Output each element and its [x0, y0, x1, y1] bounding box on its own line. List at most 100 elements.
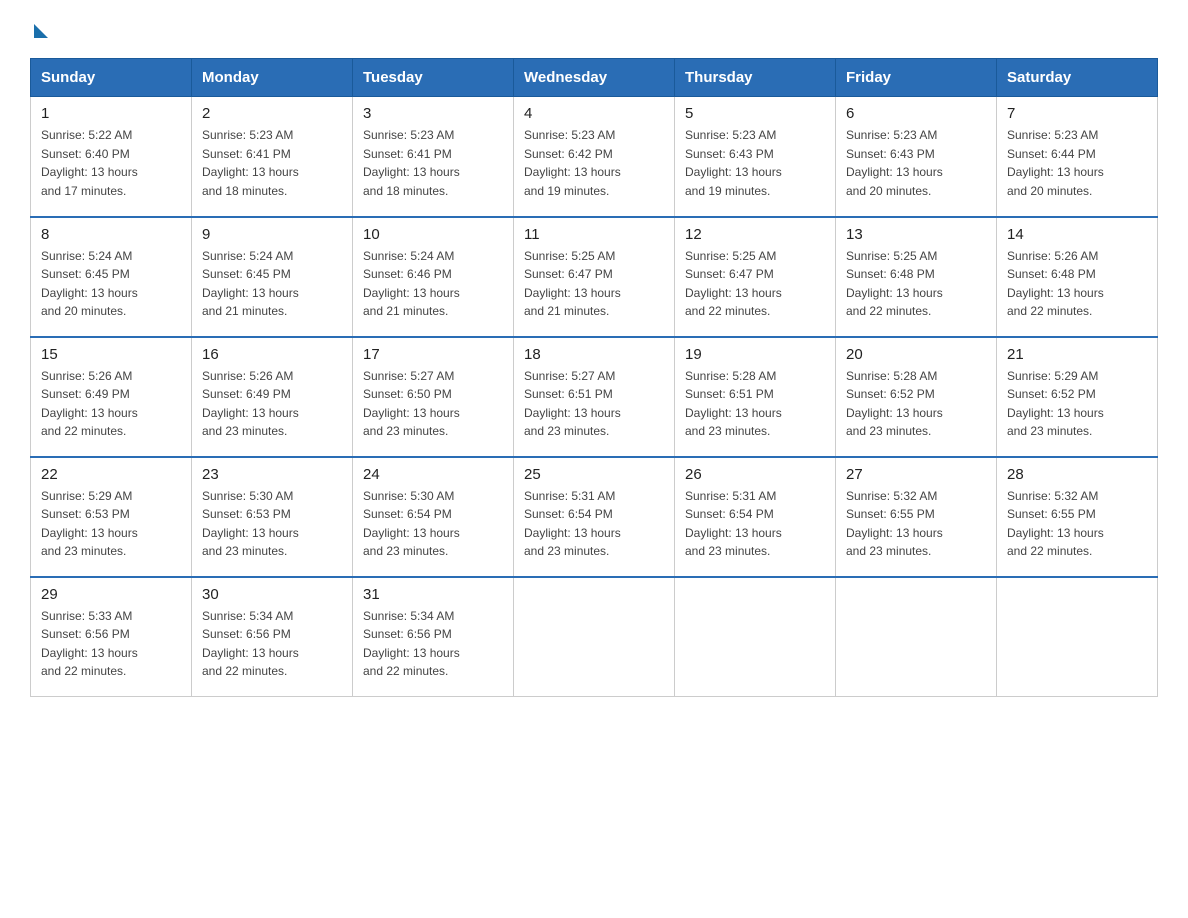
day-info: Sunrise: 5:26 AMSunset: 6:49 PMDaylight:…	[202, 367, 342, 441]
day-info: Sunrise: 5:23 AMSunset: 6:41 PMDaylight:…	[202, 126, 342, 200]
day-number: 10	[363, 226, 503, 243]
day-number: 27	[846, 466, 986, 483]
week-row-2: 8 Sunrise: 5:24 AMSunset: 6:45 PMDaylight…	[31, 217, 1158, 337]
day-number: 16	[202, 346, 342, 363]
day-number: 26	[685, 466, 825, 483]
day-number: 23	[202, 466, 342, 483]
calendar-cell: 18 Sunrise: 5:27 AMSunset: 6:51 PMDayligh…	[514, 337, 675, 457]
day-number: 20	[846, 346, 986, 363]
day-number: 3	[363, 105, 503, 122]
weekday-header-saturday: Saturday	[997, 59, 1158, 97]
calendar-cell: 11 Sunrise: 5:25 AMSunset: 6:47 PMDayligh…	[514, 217, 675, 337]
weekday-header-wednesday: Wednesday	[514, 59, 675, 97]
day-info: Sunrise: 5:24 AMSunset: 6:45 PMDaylight:…	[202, 247, 342, 321]
weekday-header-friday: Friday	[836, 59, 997, 97]
calendar-cell	[997, 577, 1158, 697]
day-info: Sunrise: 5:23 AMSunset: 6:43 PMDaylight:…	[685, 126, 825, 200]
day-info: Sunrise: 5:25 AMSunset: 6:48 PMDaylight:…	[846, 247, 986, 321]
calendar-cell: 30 Sunrise: 5:34 AMSunset: 6:56 PMDayligh…	[192, 577, 353, 697]
day-number: 28	[1007, 466, 1147, 483]
day-info: Sunrise: 5:31 AMSunset: 6:54 PMDaylight:…	[524, 487, 664, 561]
day-info: Sunrise: 5:28 AMSunset: 6:51 PMDaylight:…	[685, 367, 825, 441]
day-info: Sunrise: 5:34 AMSunset: 6:56 PMDaylight:…	[202, 607, 342, 681]
weekday-header-tuesday: Tuesday	[353, 59, 514, 97]
day-number: 21	[1007, 346, 1147, 363]
calendar-cell: 19 Sunrise: 5:28 AMSunset: 6:51 PMDayligh…	[675, 337, 836, 457]
day-number: 5	[685, 105, 825, 122]
day-info: Sunrise: 5:24 AMSunset: 6:46 PMDaylight:…	[363, 247, 503, 321]
calendar-cell: 29Sunrise: 5:33 AMSunset: 6:56 PMDayligh…	[31, 577, 192, 697]
day-info: Sunrise: 5:23 AMSunset: 6:41 PMDaylight:…	[363, 126, 503, 200]
calendar-cell: 10 Sunrise: 5:24 AMSunset: 6:46 PMDayligh…	[353, 217, 514, 337]
calendar-cell: 21 Sunrise: 5:29 AMSunset: 6:52 PMDayligh…	[997, 337, 1158, 457]
calendar-cell: 26Sunrise: 5:31 AMSunset: 6:54 PMDayligh…	[675, 457, 836, 577]
calendar-cell: 14Sunrise: 5:26 AMSunset: 6:48 PMDayligh…	[997, 217, 1158, 337]
day-info: Sunrise: 5:27 AMSunset: 6:50 PMDaylight:…	[363, 367, 503, 441]
week-row-3: 15Sunrise: 5:26 AMSunset: 6:49 PMDayligh…	[31, 337, 1158, 457]
day-number: 1	[41, 105, 181, 122]
day-number: 31	[363, 586, 503, 603]
calendar-cell: 12 Sunrise: 5:25 AMSunset: 6:47 PMDayligh…	[675, 217, 836, 337]
calendar-cell: 20Sunrise: 5:28 AMSunset: 6:52 PMDayligh…	[836, 337, 997, 457]
calendar-cell: 28 Sunrise: 5:32 AMSunset: 6:55 PMDayligh…	[997, 457, 1158, 577]
logo-triangle-icon	[34, 24, 48, 38]
day-info: Sunrise: 5:23 AMSunset: 6:42 PMDaylight:…	[524, 126, 664, 200]
logo	[30, 20, 48, 38]
week-row-5: 29Sunrise: 5:33 AMSunset: 6:56 PMDayligh…	[31, 577, 1158, 697]
day-number: 30	[202, 586, 342, 603]
calendar-cell: 23 Sunrise: 5:30 AMSunset: 6:53 PMDayligh…	[192, 457, 353, 577]
calendar-cell: 1 Sunrise: 5:22 AMSunset: 6:40 PMDaylight…	[31, 97, 192, 217]
calendar-cell: 2 Sunrise: 5:23 AMSunset: 6:41 PMDaylight…	[192, 97, 353, 217]
day-info: Sunrise: 5:34 AMSunset: 6:56 PMDaylight:…	[363, 607, 503, 681]
day-number: 24	[363, 466, 503, 483]
day-info: Sunrise: 5:29 AMSunset: 6:53 PMDaylight:…	[41, 487, 181, 561]
calendar-header: SundayMondayTuesdayWednesdayThursdayFrid…	[31, 59, 1158, 97]
calendar-cell: 3 Sunrise: 5:23 AMSunset: 6:41 PMDaylight…	[353, 97, 514, 217]
day-number: 13	[846, 226, 986, 243]
day-info: Sunrise: 5:22 AMSunset: 6:40 PMDaylight:…	[41, 126, 181, 200]
day-info: Sunrise: 5:25 AMSunset: 6:47 PMDaylight:…	[685, 247, 825, 321]
day-number: 7	[1007, 105, 1147, 122]
day-number: 18	[524, 346, 664, 363]
day-info: Sunrise: 5:25 AMSunset: 6:47 PMDaylight:…	[524, 247, 664, 321]
calendar-cell: 27 Sunrise: 5:32 AMSunset: 6:55 PMDayligh…	[836, 457, 997, 577]
day-info: Sunrise: 5:26 AMSunset: 6:49 PMDaylight:…	[41, 367, 181, 441]
calendar-cell: 5 Sunrise: 5:23 AMSunset: 6:43 PMDaylight…	[675, 97, 836, 217]
day-info: Sunrise: 5:24 AMSunset: 6:45 PMDaylight:…	[41, 247, 181, 321]
day-number: 19	[685, 346, 825, 363]
day-info: Sunrise: 5:29 AMSunset: 6:52 PMDaylight:…	[1007, 367, 1147, 441]
calendar-cell: 6Sunrise: 5:23 AMSunset: 6:43 PMDaylight…	[836, 97, 997, 217]
calendar-cell: 17Sunrise: 5:27 AMSunset: 6:50 PMDayligh…	[353, 337, 514, 457]
day-info: Sunrise: 5:26 AMSunset: 6:48 PMDaylight:…	[1007, 247, 1147, 321]
day-info: Sunrise: 5:23 AMSunset: 6:44 PMDaylight:…	[1007, 126, 1147, 200]
weekday-header-sunday: Sunday	[31, 59, 192, 97]
day-info: Sunrise: 5:30 AMSunset: 6:54 PMDaylight:…	[363, 487, 503, 561]
day-info: Sunrise: 5:32 AMSunset: 6:55 PMDaylight:…	[846, 487, 986, 561]
calendar-cell: 31 Sunrise: 5:34 AMSunset: 6:56 PMDayligh…	[353, 577, 514, 697]
calendar-cell	[836, 577, 997, 697]
day-info: Sunrise: 5:32 AMSunset: 6:55 PMDaylight:…	[1007, 487, 1147, 561]
calendar-cell: 25Sunrise: 5:31 AMSunset: 6:54 PMDayligh…	[514, 457, 675, 577]
day-number: 8	[41, 226, 181, 243]
day-info: Sunrise: 5:27 AMSunset: 6:51 PMDaylight:…	[524, 367, 664, 441]
day-number: 22	[41, 466, 181, 483]
day-number: 9	[202, 226, 342, 243]
weekday-header-row: SundayMondayTuesdayWednesdayThursdayFrid…	[31, 59, 1158, 97]
day-number: 11	[524, 226, 664, 243]
day-number: 2	[202, 105, 342, 122]
day-info: Sunrise: 5:30 AMSunset: 6:53 PMDaylight:…	[202, 487, 342, 561]
calendar-table: SundayMondayTuesdayWednesdayThursdayFrid…	[30, 58, 1158, 697]
week-row-1: 1 Sunrise: 5:22 AMSunset: 6:40 PMDaylight…	[31, 97, 1158, 217]
calendar-cell: 15Sunrise: 5:26 AMSunset: 6:49 PMDayligh…	[31, 337, 192, 457]
calendar-cell: 22 Sunrise: 5:29 AMSunset: 6:53 PMDayligh…	[31, 457, 192, 577]
calendar-cell	[675, 577, 836, 697]
calendar-cell: 4Sunrise: 5:23 AMSunset: 6:42 PMDaylight…	[514, 97, 675, 217]
calendar-cell: 13 Sunrise: 5:25 AMSunset: 6:48 PMDayligh…	[836, 217, 997, 337]
day-number: 12	[685, 226, 825, 243]
calendar-cell: 24 Sunrise: 5:30 AMSunset: 6:54 PMDayligh…	[353, 457, 514, 577]
page-header	[30, 20, 1158, 38]
calendar-body: 1 Sunrise: 5:22 AMSunset: 6:40 PMDaylight…	[31, 97, 1158, 697]
calendar-cell: 8 Sunrise: 5:24 AMSunset: 6:45 PMDaylight…	[31, 217, 192, 337]
day-number: 29	[41, 586, 181, 603]
day-number: 6	[846, 105, 986, 122]
